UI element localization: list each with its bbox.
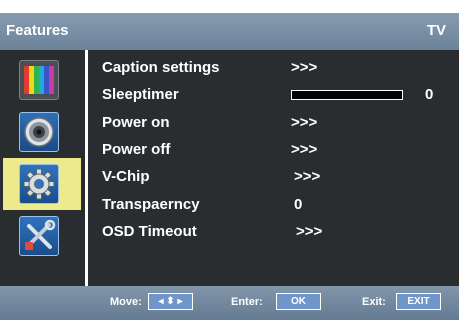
menu-item-sleeptimer[interactable]: Sleeptimer 0 <box>88 83 459 107</box>
menu-item-caption-settings[interactable]: Caption settings >>> <box>88 56 459 80</box>
menu-item-transparency[interactable]: Transpaerncy 0 <box>88 193 459 217</box>
menu-item-power-on[interactable]: Power on >>> <box>88 111 459 135</box>
tv-osd-screen: Features TV Caption settings >>> Sleepti… <box>0 0 459 320</box>
page-title: Features <box>6 22 69 39</box>
menu-item-label: OSD Timeout <box>102 223 197 240</box>
sleeptimer-value: 0 <box>425 86 434 103</box>
tools-icon <box>19 216 59 256</box>
exit-hint-label: Exit: <box>362 296 386 308</box>
ok-key-badge: OK <box>276 293 321 310</box>
menu-panel: Caption settings >>> Sleeptimer 0 Power … <box>0 50 459 286</box>
menu-item-power-off[interactable]: Power off >>> <box>88 138 459 162</box>
exit-key-badge: EXIT <box>396 293 441 310</box>
submenu-arrow: >>> <box>291 59 318 76</box>
sleeptimer-slider[interactable] <box>291 90 403 100</box>
menu-item-label: Power off <box>102 141 171 158</box>
title-bar: Features TV <box>0 13 459 50</box>
sidebar-item-sound[interactable] <box>3 106 81 158</box>
features-menu: Caption settings >>> Sleeptimer 0 Power … <box>88 50 459 286</box>
menu-item-label: V-Chip <box>102 168 150 185</box>
menu-item-label: Caption settings <box>102 59 220 76</box>
move-hint-label: Move: <box>110 296 142 308</box>
move-keys-badge: ◂ ⬍ ▸ <box>148 293 193 310</box>
menu-item-label: Sleeptimer <box>102 86 179 103</box>
enter-hint-label: Enter: <box>231 296 263 308</box>
color-bars-icon <box>19 60 59 100</box>
sidebar-item-features[interactable] <box>3 158 81 210</box>
category-sidebar <box>0 50 85 286</box>
sidebar-item-setup[interactable] <box>3 210 81 262</box>
input-source-label: TV <box>426 22 446 39</box>
sidebar-item-picture[interactable] <box>3 54 81 106</box>
menu-item-label: Transpaerncy <box>102 196 200 213</box>
menu-item-v-chip[interactable]: V-Chip >>> <box>88 165 459 189</box>
menu-item-label: Power on <box>102 114 170 131</box>
submenu-arrow: >>> <box>296 223 323 240</box>
speaker-icon <box>19 112 59 152</box>
submenu-arrow: >>> <box>291 141 318 158</box>
submenu-arrow: >>> <box>291 114 318 131</box>
menu-item-osd-timeout[interactable]: OSD Timeout >>> <box>88 220 459 244</box>
gear-icon <box>19 164 59 204</box>
submenu-arrow: >>> <box>294 168 321 185</box>
key-hint-bar: Move: ◂ ⬍ ▸ Enter: OK Exit: EXIT <box>0 286 459 320</box>
transparency-value: 0 <box>294 196 303 213</box>
